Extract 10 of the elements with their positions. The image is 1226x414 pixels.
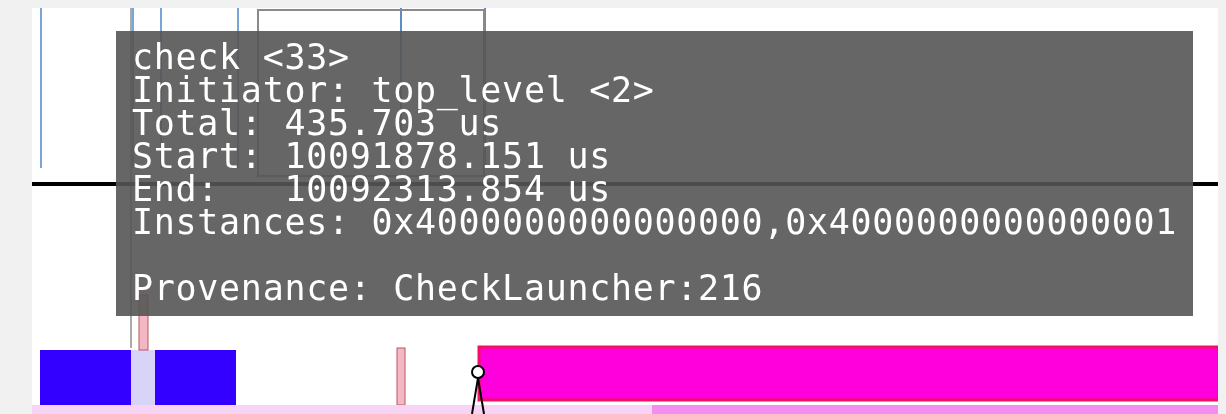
tooltip-line: check <33> (132, 41, 350, 74)
tooltip-line: Instances: 0x4000000000000000,0x4000000000000001 (132, 206, 1178, 239)
tooltip-line: Provenance: CheckLauncher:216 (132, 272, 764, 305)
tooltip-line: Start: 10091878.151 us (132, 140, 611, 173)
tooltip-line: End: 10092313.854 us (132, 173, 611, 206)
event-mark[interactable] (396, 347, 406, 406)
task-bar[interactable] (155, 350, 236, 405)
task-gap (131, 350, 155, 405)
task-bar[interactable] (40, 350, 131, 405)
task-bar[interactable] (477, 345, 1218, 402)
